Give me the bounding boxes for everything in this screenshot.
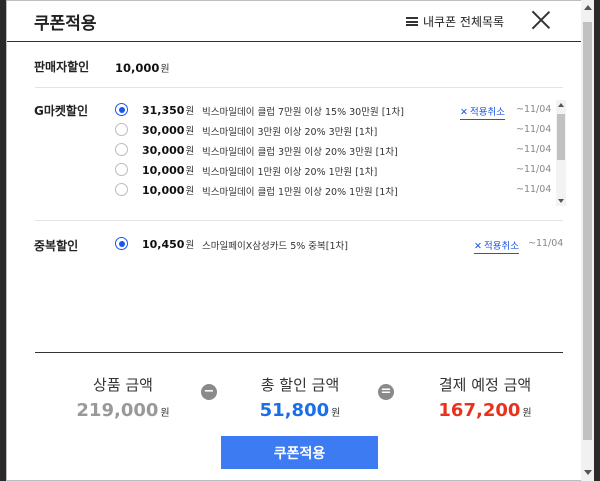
page-scrollbar[interactable] <box>581 0 594 481</box>
coupon-row[interactable]: 30,000원 빅스마일데이 클럽 3만원 이상 20% 3만원 [1차] ~1… <box>112 141 552 159</box>
coupon-amount: 10,000원 <box>142 183 194 197</box>
product-amount: 상품 금액 219,000 원 <box>65 374 181 421</box>
coupon-row[interactable]: 10,000원 빅스마일데이 1만원 이상 20% 1만원 [1차] ~11/0… <box>112 161 552 179</box>
coupon-expiry: ~11/04 <box>528 238 564 249</box>
coupon-row[interactable]: 10,450원 스마일페이X삼성카드 5% 중복[1차] ✕ 적용취소 ~11/0… <box>112 235 564 254</box>
product-amount-unit: 원 <box>160 408 170 419</box>
scroll-up-icon[interactable] <box>557 103 564 107</box>
coupon-list-scrollbar[interactable] <box>556 100 566 206</box>
coupon-amount-value: 10,000 <box>142 164 185 177</box>
seller-discount-unit: 원 <box>160 64 170 75</box>
coupon-amount-value: 10,450 <box>142 238 185 251</box>
coupon-expiry: ~11/04 <box>516 184 552 195</box>
coupon-amount-value: 31,350 <box>142 104 185 117</box>
coupon-amount-unit: 원 <box>185 126 195 137</box>
my-coupon-list-label: 내쿠폰 전체목록 <box>423 15 505 29</box>
coupon-amount-unit: 원 <box>185 166 195 177</box>
cancel-apply-link[interactable]: ✕ 적용취소 <box>460 104 505 120</box>
gmarket-coupon-list: 31,350원 빅스마일데이 클럽 7만원 이상 15% 30만원 [1차] ✕… <box>112 100 564 206</box>
product-amount-label: 상품 금액 <box>93 376 153 394</box>
coupon-amount-unit: 원 <box>185 186 195 197</box>
menu-icon <box>406 17 418 26</box>
coupon-amount-unit: 원 <box>185 240 195 251</box>
coupon-row[interactable]: 30,000원 빅스마일데이 3만원 이상 20% 3만원 [1차] ~11/0… <box>112 121 552 139</box>
coupon-amount-unit: 원 <box>185 106 195 117</box>
coupon-expiry: ~11/04 <box>516 104 552 115</box>
close-icon[interactable] <box>528 7 554 33</box>
coupon-description: 빅스마일데이 3만원 이상 20% 3만원 [1차] <box>202 127 378 138</box>
total-discount-amount: 총 할인 금액 51,800 원 <box>240 374 360 421</box>
coupon-expiry: ~11/04 <box>516 164 552 175</box>
coupon-row[interactable]: 31,350원 빅스마일데이 클럽 7만원 이상 15% 30만원 [1차] ✕… <box>112 101 552 120</box>
coupon-amount: 30,000원 <box>142 143 194 157</box>
coupon-modal: 쿠폰적용 내쿠폰 전체목록 판매자할인 10,000원 G마켓할인 31,350… <box>6 0 582 481</box>
coupon-amount: 10,000원 <box>142 163 194 177</box>
product-amount-value: 219,000 원 <box>65 400 181 421</box>
coupon-amount-value: 30,000 <box>142 124 185 137</box>
summary-divider <box>35 352 563 353</box>
section-divider <box>35 220 563 221</box>
minus-icon: − <box>201 384 217 400</box>
coupon-amount-value: 30,000 <box>142 144 185 157</box>
modal-header: 쿠폰적용 내쿠폰 전체목록 <box>7 1 581 42</box>
duplicate-discount-label: 중복할인 <box>34 239 79 253</box>
radio-button-selected[interactable] <box>115 103 128 116</box>
radio-button[interactable] <box>115 163 128 176</box>
cancel-apply-link[interactable]: ✕ 적용취소 <box>474 238 519 254</box>
coupon-expiry: ~11/04 <box>516 124 552 135</box>
product-amount-number: 219,000 <box>76 400 159 421</box>
x-icon: ✕ <box>460 107 468 118</box>
seller-discount-value: 10,000원 <box>115 60 170 75</box>
total-discount-label: 총 할인 금액 <box>260 376 340 394</box>
radio-button[interactable] <box>115 123 128 136</box>
cancel-apply-label: 적용취소 <box>469 107 505 118</box>
coupon-amount: 30,000원 <box>142 123 194 137</box>
scrollbar-thumb[interactable] <box>557 114 565 160</box>
coupon-description: 스마일페이X삼성카드 5% 중복[1차] <box>202 241 348 252</box>
seller-discount-amount: 10,000 <box>115 61 160 75</box>
coupon-description: 빅스마일데이 클럽 3만원 이상 20% 3만원 [1차] <box>202 147 398 158</box>
equals-icon: = <box>378 384 394 400</box>
my-coupon-list-link[interactable]: 내쿠폰 전체목록 <box>406 13 504 30</box>
payment-amount-value: 167,200 원 <box>415 400 555 421</box>
radio-button-selected[interactable] <box>115 237 128 250</box>
x-icon: ✕ <box>474 241 482 252</box>
coupon-amount: 31,350원 <box>142 103 194 117</box>
coupon-description: 빅스마일데이 클럽 1만원 이상 20% 1만원 [1차] <box>202 187 398 198</box>
scroll-up-icon[interactable] <box>584 5 592 10</box>
coupon-amount-value: 10,000 <box>142 184 185 197</box>
total-discount-value: 51,800 원 <box>240 400 360 421</box>
coupon-amount: 10,450원 <box>142 237 194 251</box>
payment-amount-label: 결제 예정 금액 <box>438 376 532 394</box>
total-discount-unit: 원 <box>331 408 341 419</box>
radio-button[interactable] <box>115 143 128 156</box>
scroll-down-icon[interactable] <box>584 470 592 475</box>
gmarket-discount-label: G마켓할인 <box>34 104 89 118</box>
coupon-description: 빅스마일데이 클럽 7만원 이상 15% 30만원 [1차] <box>202 107 404 118</box>
total-discount-number: 51,800 <box>259 400 330 421</box>
payment-amount-unit: 원 <box>522 408 532 419</box>
apply-coupon-button[interactable]: 쿠폰적용 <box>221 436 378 469</box>
payment-amount-number: 167,200 <box>438 400 521 421</box>
scrollbar-thumb[interactable] <box>583 22 592 440</box>
coupon-row[interactable]: 10,000원 빅스마일데이 클럽 1만원 이상 20% 1만원 [1차] ~1… <box>112 181 552 199</box>
modal-title: 쿠폰적용 <box>34 14 97 34</box>
cancel-apply-label: 적용취소 <box>483 241 519 252</box>
coupon-description: 빅스마일데이 1만원 이상 20% 1만원 [1차] <box>202 167 378 178</box>
section-divider <box>35 87 563 88</box>
payment-amount: 결제 예정 금액 167,200 원 <box>415 374 555 421</box>
radio-button[interactable] <box>115 183 128 196</box>
scroll-down-icon[interactable] <box>557 199 564 203</box>
coupon-expiry: ~11/04 <box>516 144 552 155</box>
coupon-amount-unit: 원 <box>185 146 195 157</box>
seller-discount-label: 판매자할인 <box>34 60 90 74</box>
